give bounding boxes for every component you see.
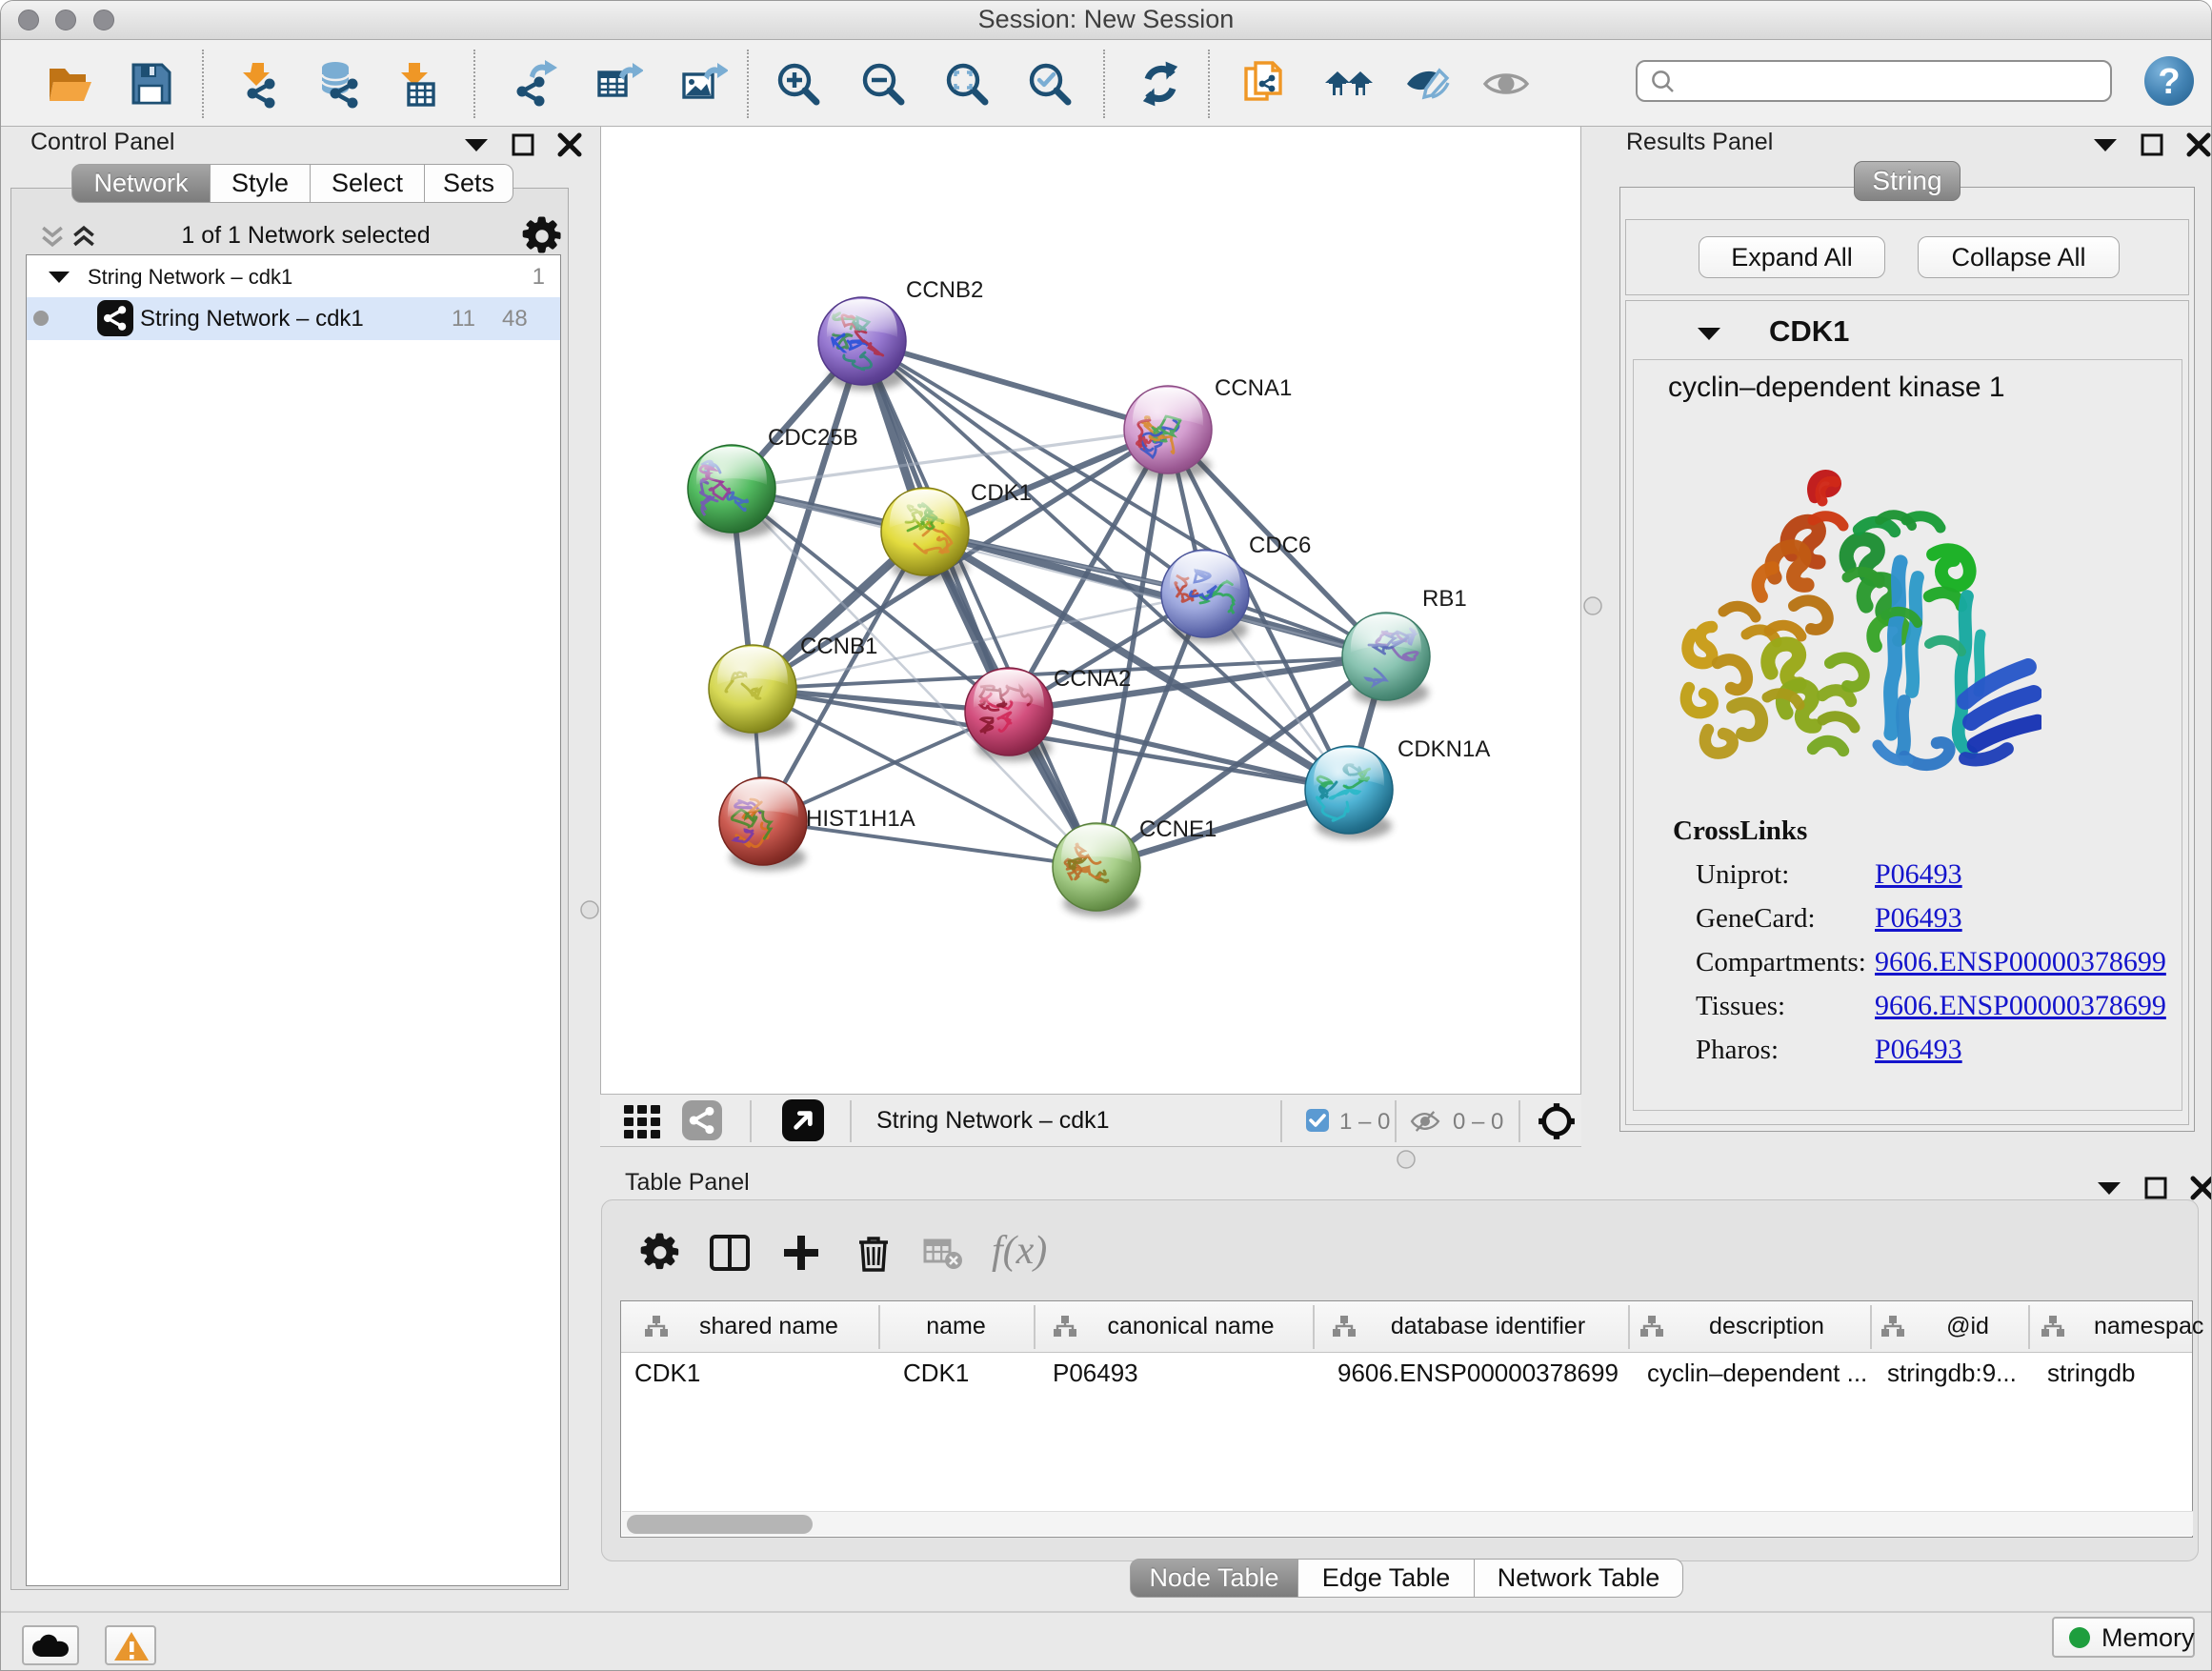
svg-text:?: ? <box>2158 62 2180 102</box>
svg-text:RB1: RB1 <box>1422 586 1467 612</box>
svg-text:CDKN1A: CDKN1A <box>1398 736 1490 762</box>
svg-text:CDC25B: CDC25B <box>768 425 858 451</box>
svg-text:CCNE1: CCNE1 <box>1139 816 1217 842</box>
svg-text:CCNA2: CCNA2 <box>1054 666 1131 692</box>
svg-text:CDC6: CDC6 <box>1249 533 1311 558</box>
svg-text:CCNA1: CCNA1 <box>1215 375 1292 401</box>
svg-text:CCNB2: CCNB2 <box>906 277 983 303</box>
svg-text:CDK1: CDK1 <box>971 480 1032 506</box>
svg-text:HIST1H1A: HIST1H1A <box>806 806 915 832</box>
svg-text:CCNB1: CCNB1 <box>800 634 877 659</box>
